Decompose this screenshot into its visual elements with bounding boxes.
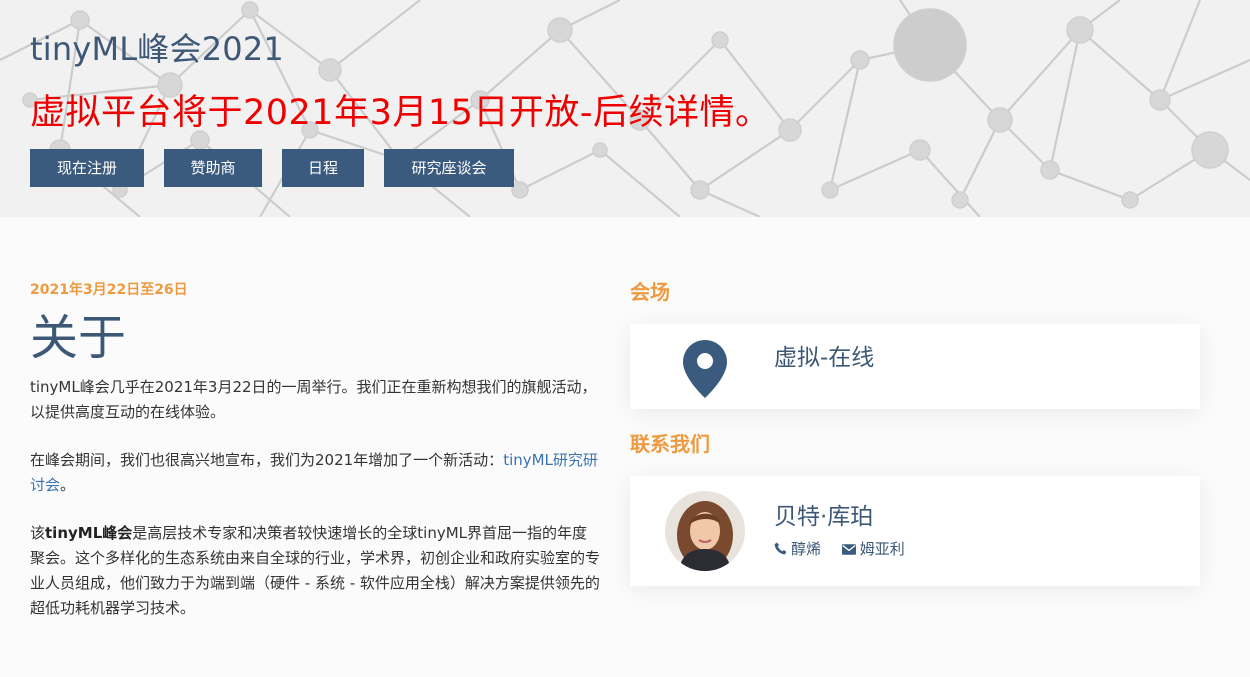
envelope-icon	[841, 544, 856, 555]
email-link[interactable]: 姆亚利	[841, 538, 905, 559]
map-marker-icon	[683, 340, 727, 398]
phone-label: 醇烯	[791, 540, 822, 558]
about-paragraph-1: tinyML峰会几乎在2021年3月22日的一周举行。我们正在重新构想我们的旗舰…	[30, 378, 597, 421]
about-paragraph-3-prefix: 该	[30, 524, 46, 542]
event-date: 2021年3月22日至26日	[30, 282, 188, 298]
avatar-photo	[665, 491, 745, 571]
register-now-button[interactable]: 现在注册	[30, 149, 144, 187]
about-paragraph-2: 在峰会期间，我们也很高兴地宣布，我们为2021年增加了一个新活动：tinyML研…	[30, 448, 600, 498]
about-paragraph-2-text: 在峰会期间，我们也很高兴地宣布，我们为2021年增加了一个新活动：	[30, 451, 504, 469]
phone-icon	[774, 542, 787, 555]
research-symposium-button[interactable]: 研究座谈会	[384, 149, 514, 187]
venue-card: 虚拟-在线	[630, 324, 1200, 409]
announcement-text: 虚拟平台将于2021年3月15日开放-后续详情。	[30, 93, 771, 133]
contact-name: 贝特·库珀	[774, 504, 874, 530]
contact-avatar	[665, 491, 745, 571]
email-label: 姆亚利	[859, 540, 905, 558]
about-paragraph-2-end: 。	[60, 476, 76, 494]
about-heading: 关于	[30, 310, 127, 366]
hero-banner: tinyML峰会2021 虚拟平台将于2021年3月15日开放-后续详情。 现在…	[0, 0, 1250, 217]
page-title: tinyML峰会2021	[30, 30, 284, 68]
venue-text: 虚拟-在线	[774, 345, 875, 371]
phone-link[interactable]: 醇烯	[774, 538, 821, 559]
contact-label: 联系我们	[630, 432, 710, 456]
schedule-button[interactable]: 日程	[282, 149, 364, 187]
about-paragraph-3: 该tinyML峰会是高层技术专家和决策者较快速增长的全球tinyML界首屈一指的…	[30, 521, 600, 621]
summit-name-bold: tinyML峰会	[45, 524, 133, 542]
contact-links: 醇烯 姆亚利	[774, 538, 921, 559]
venue-label: 会场	[630, 280, 670, 304]
sponsors-button[interactable]: 赞助商	[164, 149, 262, 187]
contact-card: 贝特·库珀 醇烯 姆亚利	[630, 476, 1200, 586]
